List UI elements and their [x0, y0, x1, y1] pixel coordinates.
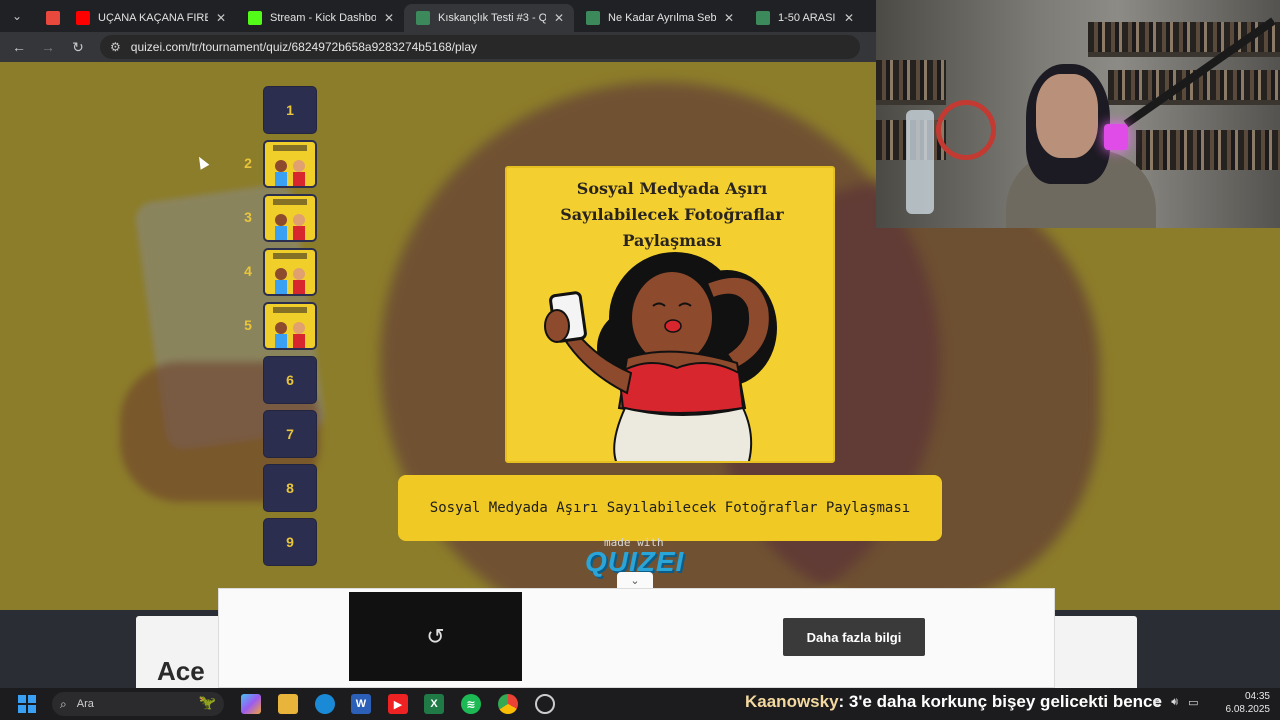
- ad-video-player[interactable]: ↺: [349, 592, 522, 681]
- tab-title: Ne Kadar Ayrılma Sebebi: [608, 12, 716, 24]
- chat-message: : 3'e daha korkunç bişey gelicekti bence: [838, 692, 1162, 711]
- nav-item[interactable]: 1: [263, 86, 317, 134]
- close-tab-icon[interactable]: ✕: [724, 11, 734, 25]
- browser-tab[interactable]: UÇANA KAÇANA FIREBA ✕: [64, 4, 236, 32]
- ad-more-info-button[interactable]: Daha fazla bilgi: [783, 618, 925, 656]
- edge-icon[interactable]: [315, 694, 335, 714]
- nav-item-thumbnail[interactable]: [263, 302, 317, 350]
- browser-tab[interactable]: [34, 4, 64, 32]
- close-tab-icon[interactable]: ✕: [554, 11, 564, 25]
- address-text: quizei.com/tr/tournament/quiz/6824972b65…: [130, 40, 478, 54]
- chevron-down-icon: ⌄: [630, 574, 640, 587]
- chrome-icon[interactable]: [498, 694, 518, 714]
- tab-search-menu-button[interactable]: ⌄: [0, 0, 34, 32]
- nav-item[interactable]: 9: [263, 518, 317, 566]
- file-explorer-icon[interactable]: [278, 694, 298, 714]
- nav-item[interactable]: 8: [263, 464, 317, 512]
- webcam-person-face: [1036, 74, 1098, 158]
- nav-item-thumbnail[interactable]: [263, 248, 317, 296]
- answer-option-button[interactable]: Sosyal Medyada Aşırı Sayılabilecek Fotoğ…: [398, 475, 942, 541]
- nav-item-number: 5: [244, 317, 252, 333]
- copilot-icon[interactable]: [241, 694, 261, 714]
- nav-item-number: 2: [244, 155, 252, 171]
- site-info-icon[interactable]: ⚙: [110, 40, 121, 54]
- spotify-icon[interactable]: ≋: [461, 694, 481, 714]
- close-tab-icon[interactable]: ✕: [384, 11, 394, 25]
- nav-item[interactable]: 6: [263, 356, 317, 404]
- webcam-wheel-decoration: [936, 100, 996, 160]
- close-tab-icon[interactable]: ✕: [844, 11, 854, 25]
- question-card: Sosyal Medyada Aşırı Sayılabilecek Fotoğ…: [505, 166, 835, 463]
- thumbnail-illustration: [273, 253, 307, 294]
- ad-behind-text: Ace: [157, 656, 205, 686]
- nav-item-thumbnail[interactable]: [263, 140, 317, 188]
- search-highlight-icon: 🦖: [198, 694, 216, 710]
- close-tab-icon[interactable]: ✕: [216, 11, 226, 25]
- browser-tab[interactable]: Kıskançlık Testi #3 - Quiz ✕: [404, 4, 574, 32]
- windows-icon: [18, 695, 36, 713]
- webcam-bookshelf-left: [876, 60, 946, 100]
- replay-icon[interactable]: ↺: [426, 624, 444, 650]
- tab-title: UÇANA KAÇANA FIREBA: [98, 12, 208, 24]
- clock-date: 6.08.2025: [1225, 704, 1271, 715]
- tab-list: UÇANA KAÇANA FIREBA✕Stream - Kick Dashbo…: [34, 0, 864, 32]
- webcam-overlay: [876, 0, 1280, 228]
- youtube-icon[interactable]: ▶: [388, 694, 408, 714]
- excel-icon[interactable]: X: [424, 694, 444, 714]
- obs-icon[interactable]: [535, 694, 555, 714]
- clock-time: 04:35: [1244, 691, 1270, 702]
- nav-item-number: 3: [244, 209, 252, 225]
- taskbar: ⌕ Ara 🦖 W ▶ X ≋ Kaanowsky: 3'e daha kork…: [0, 688, 1280, 720]
- system-tray: ≋ 🔊︎ ▭: [1152, 696, 1199, 709]
- browser-tab[interactable]: Stream - Kick Dashboard ✕: [236, 4, 404, 32]
- wifi-icon[interactable]: ≋: [1152, 696, 1161, 709]
- volume-icon[interactable]: 🔊︎: [1171, 696, 1178, 709]
- ad-collapse-button[interactable]: ⌄: [617, 572, 653, 588]
- word-icon[interactable]: W: [351, 694, 371, 714]
- nav-item-thumbnail[interactable]: [263, 194, 317, 242]
- quizei-favicon: [416, 11, 430, 25]
- nav-item[interactable]: 7: [263, 410, 317, 458]
- selfie-illustration: [544, 252, 777, 461]
- thumbnail-illustration: [273, 199, 307, 240]
- reload-button[interactable]: ↻: [63, 32, 93, 62]
- w-favicon: [46, 11, 60, 25]
- webcam-mic-light: [1104, 124, 1128, 150]
- tab-title: Kıskançlık Testi #3 - Quiz: [438, 12, 546, 24]
- youtube-favicon: [76, 11, 90, 25]
- address-bar[interactable]: ⚙ quizei.com/tr/tournament/quiz/6824972b…: [100, 35, 860, 59]
- chat-ticker: Kaanowsky: 3'e daha korkunç bişey gelice…: [745, 692, 1162, 716]
- webcam-water-bottle: [906, 110, 934, 214]
- arrow-right-icon: →: [41, 39, 55, 55]
- ad-panel: [218, 588, 1055, 688]
- forward-button[interactable]: →: [33, 32, 63, 62]
- thumbnail-illustration: [273, 307, 307, 348]
- webcam-shelf: [876, 100, 946, 105]
- arrow-left-icon: ←: [12, 39, 26, 55]
- webcam-shelf: [1088, 52, 1280, 57]
- quizei-favicon: [586, 11, 600, 25]
- taskbar-clock[interactable]: 04:35 6.08.2025: [1218, 690, 1271, 716]
- taskbar-search[interactable]: ⌕ Ara 🦖: [52, 692, 224, 716]
- start-button[interactable]: [17, 694, 37, 714]
- reload-icon: ↻: [72, 38, 84, 55]
- webcam-bookshelf-right-low: [1136, 130, 1280, 170]
- tab-title: Stream - Kick Dashboard: [270, 12, 376, 24]
- chevron-down-icon: ⌄: [11, 9, 23, 23]
- browser-tab[interactable]: 1-50 ARASI KÜÇÜKTE ✕: [744, 4, 864, 32]
- chat-username: Kaanowsky: [745, 692, 839, 711]
- search-icon: ⌕: [60, 696, 67, 711]
- thumbnail-illustration: [273, 145, 307, 186]
- tab-title: 1-50 ARASI KÜÇÜKTE: [778, 12, 836, 24]
- webcam-shelf: [1108, 100, 1280, 105]
- screen: ⌄ UÇANA KAÇANA FIREBA✕Stream - Kick Dash…: [0, 0, 1280, 720]
- nav-item-number: 4: [244, 263, 252, 279]
- mouse-cursor-icon: [194, 154, 210, 170]
- browser-tab[interactable]: Ne Kadar Ayrılma Sebebi ✕: [574, 4, 744, 32]
- kick-favicon: [248, 11, 262, 25]
- battery-icon[interactable]: ▭: [1188, 696, 1198, 709]
- taskbar-search-placeholder: Ara: [76, 698, 94, 710]
- quizei-favicon: [756, 11, 770, 25]
- back-button[interactable]: ←: [4, 32, 34, 62]
